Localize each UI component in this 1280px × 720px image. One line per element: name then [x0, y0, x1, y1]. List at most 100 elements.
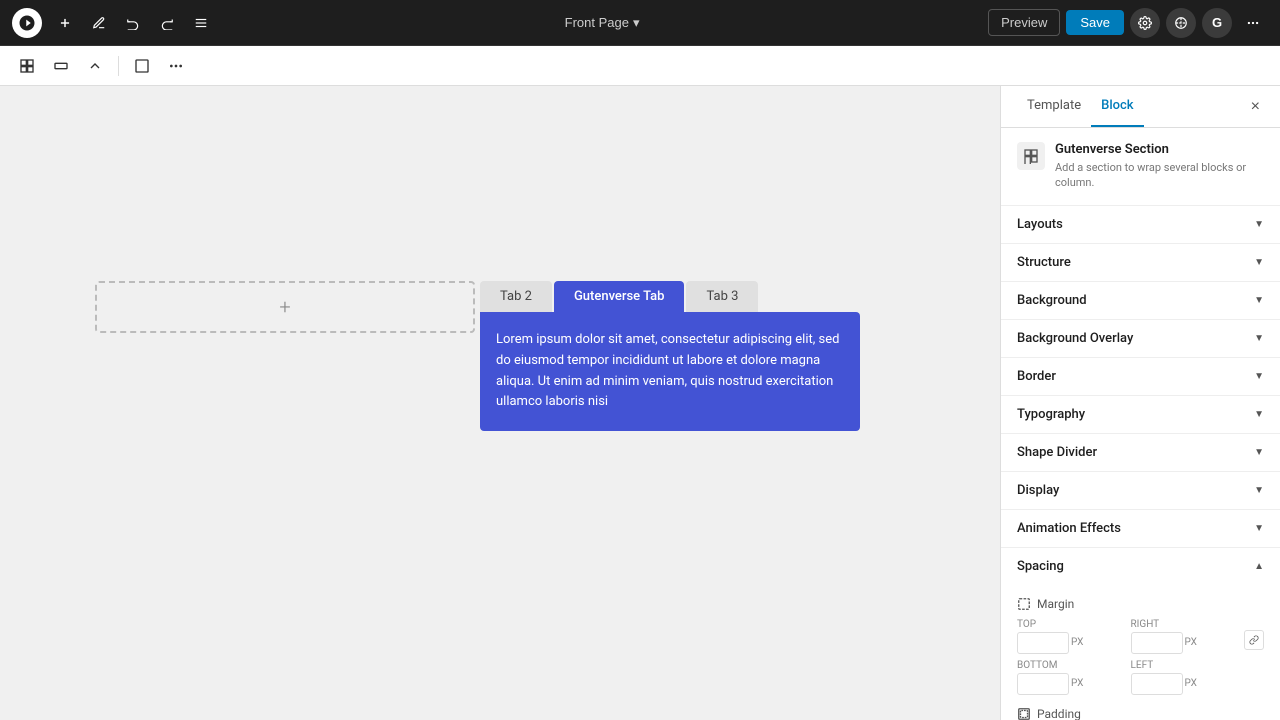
section-spacing: Spacing Margin TOP	[1001, 548, 1280, 720]
section-animation-effects-header[interactable]: Animation Effects	[1001, 510, 1280, 547]
margin-text: Margin	[1037, 597, 1074, 611]
section-border-header[interactable]: Border	[1001, 358, 1280, 395]
top-label: TOP	[1017, 619, 1123, 630]
section-display-header[interactable]: Display	[1001, 472, 1280, 509]
margin-top-input-group: PX	[1017, 632, 1123, 654]
tab-header-gutenverse[interactable]: Gutenverse Tab	[554, 281, 685, 312]
more-block-options[interactable]	[161, 51, 191, 81]
section-structure: Structure	[1001, 244, 1280, 282]
section-shape-divider-title: Shape Divider	[1017, 445, 1097, 460]
tab-content: Lorem ipsum dolor sit amet, consectetur …	[480, 312, 860, 431]
align-button[interactable]	[127, 51, 157, 81]
section-typography: Typography	[1001, 396, 1280, 434]
section-background-overlay: Background Overlay	[1001, 320, 1280, 358]
canvas-inner: + Tab 2 Gutenverse Tab Tab 3 Lorem ipsum…	[0, 86, 1000, 720]
margin-icon	[1017, 597, 1031, 611]
panel-header: Template Block ×	[1001, 86, 1280, 128]
right-unit: PX	[1185, 637, 1197, 648]
section-layouts: Layouts	[1001, 206, 1280, 244]
section-typography-title: Typography	[1017, 407, 1085, 422]
arrows-button[interactable]	[80, 51, 110, 81]
add-block-button[interactable]	[50, 8, 80, 38]
panel-sections: Layouts Structure Background	[1001, 206, 1280, 720]
section-spacing-title: Spacing	[1017, 559, 1064, 574]
block-title: Gutenverse Section	[1055, 142, 1264, 157]
background-overlay-chevron	[1254, 333, 1264, 344]
left-unit: PX	[1185, 678, 1197, 689]
padding-label: Padding	[1017, 707, 1264, 720]
margin-label: Margin	[1017, 597, 1264, 611]
top-bar-center: Front Page ▾	[224, 11, 980, 35]
margin-bottom-left-row: BOTTOM PX LEFT PX	[1017, 660, 1264, 695]
section-animation-effects: Animation Effects	[1001, 510, 1280, 548]
section-background-title: Background	[1017, 293, 1087, 308]
display-chevron	[1254, 485, 1264, 496]
tab-block[interactable]: Block	[1091, 86, 1143, 127]
section-background-overlay-header[interactable]: Background Overlay	[1001, 320, 1280, 357]
page-selector[interactable]: Front Page ▾	[557, 11, 648, 35]
tools-button[interactable]	[84, 8, 114, 38]
margin-right-input[interactable]	[1131, 632, 1183, 654]
bottom-unit: PX	[1071, 678, 1083, 689]
section-structure-header[interactable]: Structure	[1001, 244, 1280, 281]
preview-button[interactable]: Preview	[988, 9, 1060, 36]
tab-header-tab2[interactable]: Tab 2	[480, 281, 552, 312]
canvas-area[interactable]: + Tab 2 Gutenverse Tab Tab 3 Lorem ipsum…	[0, 86, 1000, 720]
section-background: Background	[1001, 282, 1280, 320]
margin-top-input[interactable]	[1017, 632, 1069, 654]
margin-top-right-row: TOP PX RIGHT PX	[1017, 619, 1264, 654]
left-label: LEFT	[1131, 660, 1237, 671]
block-placeholder[interactable]: +	[95, 281, 475, 333]
section-display-title: Display	[1017, 483, 1059, 498]
section-animation-effects-title: Animation Effects	[1017, 521, 1121, 536]
right-label: RIGHT	[1131, 619, 1237, 630]
section-spacing-header[interactable]: Spacing	[1001, 548, 1280, 585]
margin-left-input[interactable]	[1131, 673, 1183, 695]
top-bar: Front Page ▾ Preview Save G	[0, 0, 1280, 46]
settings-button[interactable]	[1130, 8, 1160, 38]
margin-bottom-input-group: PX	[1017, 673, 1123, 695]
section-typography-header[interactable]: Typography	[1001, 396, 1280, 433]
tab-template[interactable]: Template	[1017, 86, 1091, 127]
redo-button[interactable]	[152, 8, 182, 38]
margin-left-input-group: PX	[1131, 673, 1237, 695]
block-view-button[interactable]	[12, 51, 42, 81]
block-type-icon	[1017, 142, 1045, 170]
user-button[interactable]: G	[1202, 8, 1232, 38]
tab-headers: Tab 2 Gutenverse Tab Tab 3	[480, 281, 860, 312]
margin-bottom-group: BOTTOM PX	[1017, 660, 1123, 695]
save-button[interactable]: Save	[1066, 10, 1124, 35]
bottom-label: BOTTOM	[1017, 660, 1123, 671]
margin-right-input-group: PX	[1131, 632, 1237, 654]
undo-button[interactable]	[118, 8, 148, 38]
section-background-overlay-title: Background Overlay	[1017, 331, 1133, 346]
more-options-button[interactable]	[1238, 8, 1268, 38]
block-description: Add a section to wrap several blocks or …	[1055, 160, 1264, 191]
top-unit: PX	[1071, 637, 1083, 648]
margin-right-group: RIGHT PX	[1131, 619, 1237, 654]
color-scheme-button[interactable]	[1166, 8, 1196, 38]
section-background-header[interactable]: Background	[1001, 282, 1280, 319]
right-panel: Template Block × Gutenverse Section Add …	[1000, 86, 1280, 720]
margin-link-button[interactable]	[1244, 630, 1264, 650]
panel-close-button[interactable]: ×	[1247, 94, 1264, 120]
shape-divider-chevron	[1254, 447, 1264, 458]
animation-effects-chevron	[1254, 523, 1264, 534]
section-shape-divider: Shape Divider	[1001, 434, 1280, 472]
list-view-button[interactable]	[186, 8, 216, 38]
margin-bottom-input[interactable]	[1017, 673, 1069, 695]
spacing-chevron	[1254, 561, 1264, 572]
section-shape-divider-header[interactable]: Shape Divider	[1001, 434, 1280, 471]
spacing-content: Margin TOP PX RIGHT	[1001, 585, 1280, 720]
tab-header-tab3[interactable]: Tab 3	[686, 281, 758, 312]
top-bar-right: Preview Save G	[988, 8, 1268, 38]
link-icon-container	[1244, 619, 1264, 654]
section-display: Display	[1001, 472, 1280, 510]
resize-button[interactable]	[46, 51, 76, 81]
section-layouts-header[interactable]: Layouts	[1001, 206, 1280, 243]
padding-icon	[1017, 707, 1031, 720]
section-border: Border	[1001, 358, 1280, 396]
background-chevron	[1254, 295, 1264, 306]
tab-body-text: Lorem ipsum dolor sit amet, consectetur …	[496, 330, 844, 413]
secondary-bar	[0, 46, 1280, 86]
